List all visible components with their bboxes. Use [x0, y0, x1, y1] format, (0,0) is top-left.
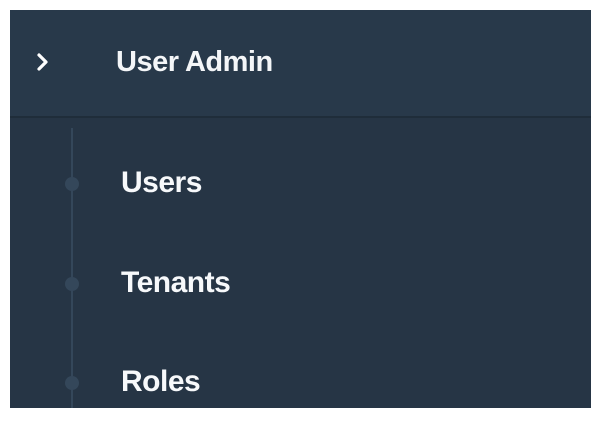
sidebar-menu: User Admin Users Tenants Roles [10, 10, 591, 408]
user-admin-group-header[interactable]: User Admin [10, 10, 591, 118]
sidebar-item-users[interactable]: Users [10, 148, 591, 218]
group-title: User Admin [116, 46, 273, 78]
sidebar-item-label: Tenants [121, 266, 231, 299]
sidebar-item-roles[interactable]: Roles [10, 347, 591, 408]
sidebar-item-label: Roles [121, 365, 201, 398]
timeline-dot-icon [65, 177, 79, 191]
timeline-dot-icon [65, 376, 79, 390]
timeline-dot-icon [65, 277, 79, 291]
sidebar-item-label: Users [121, 166, 202, 199]
chevron-right-icon[interactable] [36, 52, 50, 72]
sidebar-item-tenants[interactable]: Tenants [10, 248, 591, 318]
